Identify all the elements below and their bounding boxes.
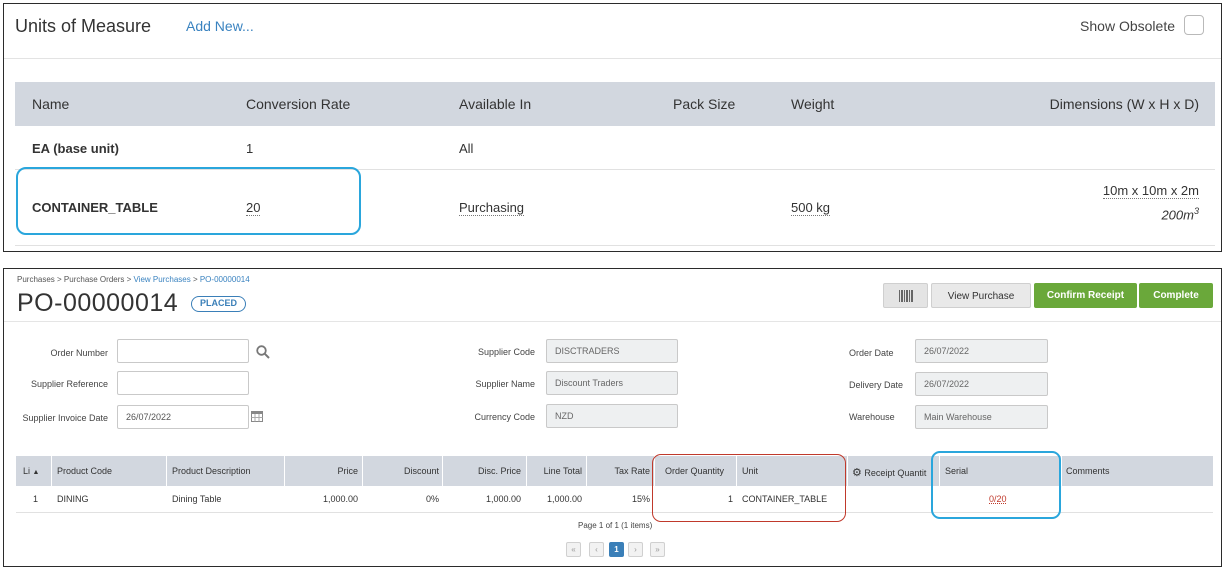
col-sep <box>526 456 527 486</box>
col-sep <box>1061 456 1062 486</box>
uom-header: Units of Measure Add New... Show Obsolet… <box>4 4 1221 59</box>
cell-tax-rate: 15% <box>631 494 650 504</box>
col-line[interactable]: Li ▲ <box>23 466 39 476</box>
calendar-icon[interactable] <box>251 410 263 422</box>
col-line-label: Li <box>23 466 31 476</box>
volume-value: 200m <box>1161 207 1194 223</box>
warehouse-label: Warehouse <box>849 412 895 422</box>
table-row[interactable]: EA (base unit) 1 All <box>15 126 1215 170</box>
col-comments[interactable]: Comments <box>1066 466 1110 476</box>
show-obsolete-checkbox[interactable] <box>1184 15 1204 35</box>
breadcrumb-po[interactable]: PO-00000014 <box>200 275 250 284</box>
col-dimensions: Dimensions (W x H x D) <box>1049 96 1199 112</box>
breadcrumb-view-purchases[interactable]: View Purchases <box>134 275 191 284</box>
col-name: Name <box>32 96 70 112</box>
row-dimensions[interactable]: 10m x 10m x 2m <box>1102 183 1199 199</box>
col-receipt-quantity[interactable]: ⚙ Receipt Quantit <box>852 466 926 479</box>
col-sep <box>284 456 285 486</box>
next-page-icon[interactable]: › <box>628 542 643 557</box>
supplier-invoice-date-input[interactable]: 26/07/2022 <box>117 405 249 429</box>
row-available: All <box>459 141 474 156</box>
delivery-date-label: Delivery Date <box>849 380 904 390</box>
current-page[interactable]: 1 <box>609 542 624 557</box>
cell-line: 1 <box>33 494 39 504</box>
units-of-measure-panel: Units of Measure Add New... Show Obsolet… <box>3 3 1222 252</box>
col-product-description[interactable]: Product Description <box>172 466 251 476</box>
status-badge: PLACED <box>191 296 247 312</box>
col-discount[interactable]: Discount <box>404 466 439 476</box>
col-disc-price[interactable]: Disc. Price <box>478 466 521 476</box>
currency-code-input: NZD <box>546 404 678 428</box>
col-sep <box>166 456 167 486</box>
supplier-code-input: DISCTRADERS <box>546 339 678 363</box>
cell-product-description: Dining Table <box>172 494 222 504</box>
row-weight[interactable]: 500 kg <box>791 200 831 216</box>
breadcrumb-prefix: Purchases > Purchase Orders > <box>17 275 134 284</box>
order-date-input: 26/07/2022 <box>915 339 1048 363</box>
cell-discount: 0% <box>425 494 439 504</box>
cell-product-code: DINING <box>57 494 89 504</box>
order-date-label: Order Date <box>849 348 894 358</box>
last-page-icon[interactable]: » <box>650 542 665 557</box>
show-obsolete-label: Show Obsolete <box>1080 18 1175 34</box>
col-line-total[interactable]: Line Total <box>544 466 582 476</box>
breadcrumb-sep: > <box>190 275 200 284</box>
breadcrumb: Purchases > Purchase Orders > View Purch… <box>17 275 250 284</box>
col-conversion-rate: Conversion Rate <box>246 96 351 112</box>
order-number-input[interactable] <box>117 339 249 363</box>
col-pack-size: Pack Size <box>673 96 736 112</box>
row-conversion: 1 <box>246 141 254 156</box>
page-title: PO-00000014 <box>17 289 179 317</box>
pager-info: Page 1 of 1 (1 items) <box>578 521 653 530</box>
highlight-serial <box>931 451 1061 519</box>
search-icon[interactable] <box>256 345 270 359</box>
cell-price: 1,000.00 <box>322 494 358 504</box>
uom-table-header: Name Conversion Rate Available In Pack S… <box>15 82 1215 126</box>
volume-exponent: 3 <box>1193 206 1199 216</box>
gear-icon[interactable]: ⚙ <box>852 467 862 479</box>
sort-asc-icon: ▲ <box>32 469 40 476</box>
supplier-reference-input[interactable] <box>117 371 249 395</box>
view-purchase-button[interactable]: View Purchase <box>931 283 1031 308</box>
col-tax-rate[interactable]: Tax Rate <box>614 466 650 476</box>
highlight-order-quantity-unit <box>652 454 846 522</box>
row-volume: 200m3 <box>1161 206 1199 222</box>
col-sep <box>586 456 587 486</box>
col-sep <box>847 456 848 486</box>
row-available[interactable]: Purchasing <box>459 200 525 216</box>
cell-line-total: 1,000.00 <box>546 494 582 504</box>
first-page-icon[interactable]: « <box>566 542 581 557</box>
col-receipt-quantity-label: Receipt Quantit <box>864 468 927 478</box>
col-product-code[interactable]: Product Code <box>57 466 112 476</box>
currency-code-label: Currency Code <box>474 412 535 422</box>
supplier-name-input: Discount Traders <box>546 371 678 395</box>
barcode-icon <box>898 290 913 303</box>
add-new-link[interactable]: Add New... <box>186 18 254 34</box>
highlight-container-table <box>16 167 361 235</box>
uom-title: Units of Measure <box>15 16 152 36</box>
col-sep <box>442 456 443 486</box>
confirm-receipt-button[interactable]: Confirm Receipt <box>1034 283 1137 308</box>
complete-button[interactable]: Complete <box>1139 283 1213 308</box>
supplier-invoice-date-label: Supplier Invoice Date <box>22 413 108 423</box>
supplier-code-label: Supplier Code <box>477 347 535 357</box>
col-available-in: Available In <box>459 96 532 112</box>
supplier-name-label: Supplier Name <box>475 379 535 389</box>
purchase-order-panel: Purchases > Purchase Orders > View Purch… <box>3 268 1222 567</box>
supplier-reference-label: Supplier Reference <box>30 379 108 389</box>
divider <box>4 321 1221 322</box>
delivery-date-input: 26/07/2022 <box>915 372 1048 396</box>
col-sep <box>362 456 363 486</box>
barcode-button[interactable] <box>883 283 928 308</box>
col-price[interactable]: Price <box>337 466 358 476</box>
warehouse-input: Main Warehouse <box>915 405 1048 429</box>
col-sep <box>51 456 52 486</box>
order-number-label: Order Number <box>50 348 108 358</box>
row-name: EA (base unit) <box>32 141 119 156</box>
prev-page-icon[interactable]: ‹ <box>589 542 604 557</box>
col-weight: Weight <box>791 96 835 112</box>
cell-disc-price: 1,000.00 <box>485 494 521 504</box>
